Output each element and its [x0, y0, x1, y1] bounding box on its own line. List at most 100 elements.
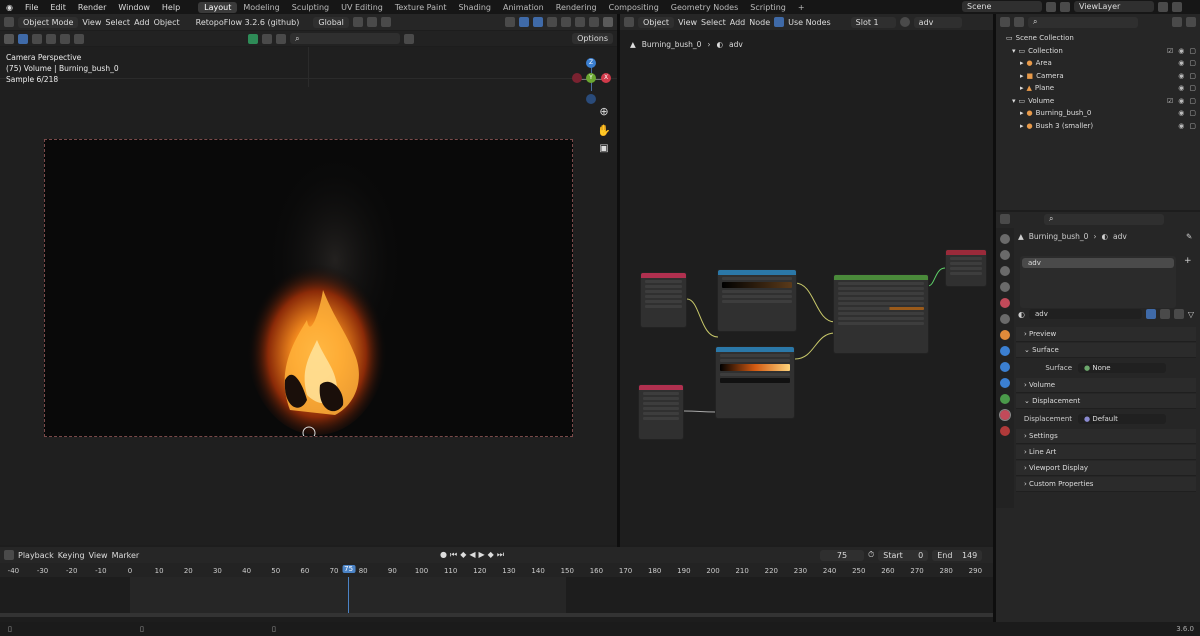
xray-icon[interactable]: [547, 17, 557, 27]
menu-file[interactable]: File: [19, 3, 44, 12]
data-tab-icon[interactable]: [1000, 394, 1010, 404]
material-browse-icon[interactable]: ◐: [1018, 310, 1025, 319]
delete-scene-icon[interactable]: [1060, 1, 1070, 12]
node-menu-select[interactable]: Select: [701, 18, 726, 27]
jump-start-icon[interactable]: ⏮: [450, 550, 457, 560]
outliner-row-volume[interactable]: ▾ ▭ Volume ☑ ◉ ▢: [1006, 95, 1200, 108]
outliner-row-plane[interactable]: ▸ ▲ Plane ◉ ▢: [1006, 82, 1200, 95]
pan-hand-icon[interactable]: ✋: [597, 124, 611, 138]
node-menu-add[interactable]: Add: [730, 18, 746, 27]
workspace-tab-geometry-nodes[interactable]: Geometry Nodes: [665, 2, 744, 13]
camera-render-icon[interactable]: ▢: [1189, 59, 1196, 67]
outliner-search-icon[interactable]: ⌕: [1028, 16, 1138, 28]
section-line-art[interactable]: › Line Art: [1016, 445, 1196, 460]
eye-icon[interactable]: ◉: [1178, 47, 1184, 55]
section-custom-properties[interactable]: › Custom Properties: [1016, 477, 1196, 492]
material-output-node[interactable]: [945, 249, 987, 287]
viewport-search-icon[interactable]: ⌕: [290, 33, 401, 44]
gizmo-y-axis[interactable]: Y: [586, 73, 596, 83]
section-viewport-display[interactable]: › Viewport Display: [1016, 461, 1196, 476]
overlay-toggle-icon[interactable]: [533, 17, 543, 27]
color-ramp-node-2[interactable]: [715, 346, 795, 419]
modifier-tab-icon[interactable]: [1000, 346, 1010, 356]
section-preview[interactable]: › Preview: [1016, 327, 1196, 342]
unlink-material-icon[interactable]: [1173, 309, 1184, 319]
pin-icon[interactable]: ✎: [1186, 232, 1192, 241]
filter-mesh-icon[interactable]: [262, 33, 273, 44]
material-sphere-icon[interactable]: [899, 17, 910, 27]
fake-user-icon[interactable]: [1145, 309, 1156, 319]
material-slot-item[interactable]: adv: [1022, 258, 1174, 268]
camera-render-icon[interactable]: ▢: [1189, 72, 1196, 80]
section-surface[interactable]: ⌄ Surface: [1016, 343, 1196, 358]
gizmo-neg-z[interactable]: [586, 94, 596, 104]
workspace-tab-uv-editing[interactable]: UV Editing: [335, 2, 389, 13]
select-mode-extend-icon[interactable]: [32, 33, 42, 44]
workspace-tab-sculpting[interactable]: Sculpting: [286, 2, 335, 13]
material-slot-list[interactable]: adv: [1020, 256, 1176, 308]
viewport-menu-add[interactable]: Add: [134, 18, 150, 27]
delete-viewlayer-icon[interactable]: [1172, 1, 1182, 12]
workspace-tab-modeling[interactable]: Modeling: [237, 2, 285, 13]
world-tab-icon[interactable]: [1000, 314, 1010, 324]
viewport-menu-select[interactable]: Select: [105, 18, 130, 27]
shading-wireframe-icon[interactable]: [561, 17, 571, 27]
select-mode-intersect-icon[interactable]: [74, 33, 84, 44]
output-tab-icon[interactable]: [1000, 266, 1010, 276]
render-tab-icon[interactable]: [1000, 250, 1010, 260]
eye-icon[interactable]: ◉: [1178, 72, 1184, 80]
filter-light-icon[interactable]: [276, 33, 287, 44]
prev-keyframe-icon[interactable]: ◆: [460, 550, 466, 560]
eye-icon[interactable]: ◉: [1178, 59, 1184, 67]
camera-render-icon[interactable]: ▢: [1189, 47, 1196, 55]
add-slot-icon[interactable]: +: [1184, 256, 1192, 266]
expand-arrow-icon[interactable]: ▸: [1020, 59, 1024, 67]
viewport-menu-object[interactable]: Object: [154, 18, 180, 27]
view-layer-tab-icon[interactable]: [1000, 282, 1010, 292]
menu-window[interactable]: Window: [112, 3, 156, 12]
object-mode-dropdown[interactable]: Object Mode: [18, 16, 79, 28]
camera-render-icon[interactable]: ▢: [1189, 122, 1196, 130]
select-mode-subtract-icon[interactable]: [46, 33, 56, 44]
material-slot-dropdown[interactable]: Slot 1: [850, 16, 896, 28]
checkbox-icon[interactable]: ☑: [1167, 97, 1173, 105]
zoom-icon[interactable]: ⊕: [597, 105, 611, 119]
viewlayer-selector[interactable]: ViewLayer: [1074, 1, 1154, 12]
node-editor-canvas[interactable]: ▲ Burning_bush_0 › ◐ adv: [620, 30, 993, 545]
add-workspace-icon[interactable]: +: [792, 2, 811, 13]
shader-type-dropdown[interactable]: Object: [638, 16, 675, 28]
current-frame-field[interactable]: 75: [820, 549, 864, 561]
link-filter-icon[interactable]: ▽: [1188, 310, 1194, 319]
outliner-type-icon[interactable]: [1000, 17, 1010, 27]
navigation-gizmo[interactable]: Z Y X: [572, 53, 616, 105]
color-ramp-node-1[interactable]: [717, 269, 797, 332]
visibility-icon[interactable]: [505, 17, 515, 27]
play-reverse-icon[interactable]: ◀: [469, 550, 475, 560]
workspace-tab-compositing[interactable]: Compositing: [603, 2, 665, 13]
next-keyframe-icon[interactable]: ◆: [488, 550, 494, 560]
eye-icon[interactable]: ◉: [1178, 122, 1184, 130]
displacement-field[interactable]: ● Default: [1078, 413, 1166, 424]
menu-help[interactable]: Help: [156, 3, 186, 12]
attribute-node-1[interactable]: [640, 272, 687, 328]
outliner-row-bush-3[interactable]: ▸ ● Bush 3 (smaller) ◉ ▢: [1006, 120, 1200, 133]
attribute-node-2[interactable]: [638, 384, 684, 440]
retopoflow-menu[interactable]: RetopoFlow 3.2.6 (github): [196, 18, 300, 27]
editor-type-icon[interactable]: [4, 17, 14, 27]
scene-selector[interactable]: Scene: [962, 1, 1042, 12]
new-collection-icon[interactable]: [1186, 17, 1196, 27]
outliner-row-area[interactable]: ▸ ● Area ◉ ▢: [1006, 57, 1200, 70]
section-volume[interactable]: › Volume: [1016, 378, 1196, 393]
physics-tab-icon[interactable]: [1000, 378, 1010, 388]
outliner-row-camera[interactable]: ▸ ■ Camera ◉ ▢: [1006, 70, 1200, 83]
principled-volume-node[interactable]: [833, 274, 929, 354]
workspace-tab-scripting[interactable]: Scripting: [744, 2, 792, 13]
camera-render-icon[interactable]: ▢: [1189, 84, 1196, 92]
checkbox-icon[interactable]: ☑: [1167, 47, 1173, 55]
new-scene-icon[interactable]: [1046, 1, 1056, 12]
tool-tab-icon[interactable]: [1000, 234, 1010, 244]
frame-ruler[interactable]: [0, 563, 993, 577]
timeline-menu-keying[interactable]: Keying: [58, 551, 85, 560]
active-tool-icon[interactable]: [4, 33, 14, 44]
blender-logo-icon[interactable]: ◉: [0, 3, 19, 12]
